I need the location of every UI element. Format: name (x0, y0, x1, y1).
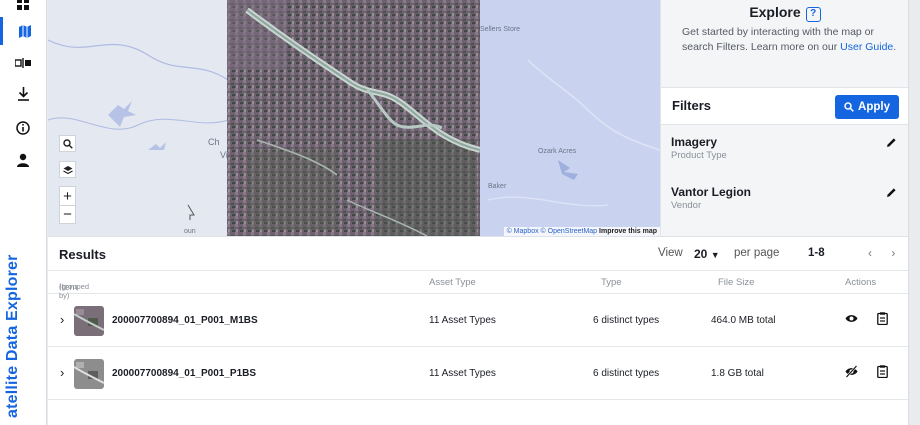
column-asset-type[interactable]: Asset Type (429, 277, 476, 288)
right-scrollbar-track[interactable] (908, 0, 920, 425)
layers-icon (62, 165, 73, 174)
explore-section: Explore? Get started by interacting with… (661, 0, 909, 88)
search-icon (844, 102, 854, 112)
table-row[interactable]: › 200007700894_01_P001_M1BS 11 Asset Typ… (48, 295, 908, 347)
clipboard-icon[interactable] (877, 312, 888, 325)
item-name: 200007700894_01_P001_M1BS (112, 315, 258, 326)
user-icon[interactable] (0, 146, 46, 174)
info-icon[interactable] (0, 114, 46, 142)
map-label: Ch (208, 137, 220, 147)
map-icon[interactable] (0, 17, 46, 45)
column-type[interactable]: Type (601, 277, 622, 288)
filter-item-vendor[interactable]: Vantor Legion Vendor (671, 185, 899, 211)
left-rail: atellite Data Explorer (0, 0, 47, 425)
explore-title: Explore (749, 4, 801, 20)
filter-name: Vantor Legion (671, 185, 752, 199)
user-guide-link[interactable]: User Guide (840, 41, 893, 53)
caret-down-icon: ▼ (710, 250, 720, 260)
pencil-icon[interactable] (886, 187, 897, 198)
map-search-button[interactable] (59, 135, 76, 152)
results-column-headers: Item (grouped by) Asset Type Type File S… (48, 272, 908, 300)
map-layers-button[interactable] (59, 161, 76, 178)
pencil-icon[interactable] (886, 137, 897, 148)
mapbox-link[interactable]: © Mapbox (507, 228, 539, 235)
filters-heading: Filters (672, 98, 712, 113)
map-attribution: © Mapbox © OpenStreetMap Improve this ma… (503, 227, 660, 236)
asset-type-count: 11 Asset Types (429, 368, 496, 379)
map-canvas[interactable]: Sellers Store Ozark Acres Baker Ch Vi ou… (48, 0, 660, 236)
explore-description: Get started by interacting with the map … (682, 25, 902, 55)
map-label: Baker (488, 183, 507, 190)
file-size: 464.0 MB total (711, 315, 776, 326)
question-circle-icon[interactable]: ? (805, 7, 821, 22)
item-name: 200007700894_01_P001_P1BS (112, 368, 257, 379)
filter-name: Imagery (671, 135, 718, 149)
per-page-label: per page (734, 247, 780, 259)
file-size: 1.8 GB total (711, 368, 764, 379)
column-actions: Actions (845, 277, 877, 288)
filter-list: Imagery Product Type Vantor Legion Vendo… (661, 124, 909, 236)
filter-panel: Explore? Get started by interacting with… (660, 0, 909, 236)
explore-heading: Explore? (661, 4, 909, 22)
explore-period: . (893, 41, 897, 53)
chevron-right-icon[interactable]: › (60, 312, 64, 327)
results-header: Results View 20 ▼ per page 1-8 ‹ › (48, 237, 908, 271)
pager: ‹ › (868, 246, 895, 260)
per-page-value: 20 (694, 247, 708, 261)
thumbnail-image (74, 359, 104, 389)
filter-item-imagery[interactable]: Imagery Product Type (671, 135, 899, 161)
chevron-right-icon[interactable]: › (891, 246, 895, 260)
clipboard-icon[interactable] (877, 365, 888, 378)
results-panel: Results View 20 ▼ per page 1-8 ‹ › Item … (48, 236, 908, 425)
compare-icon[interactable] (0, 49, 46, 77)
thumbnail-image (74, 306, 104, 336)
app-title: atellite Data Explorer (4, 254, 21, 418)
asset-type-count: 11 Asset Types (429, 315, 496, 326)
zoom-controls: + − (59, 186, 76, 224)
eye-icon[interactable] (845, 312, 858, 325)
map-label: Sellers Store (480, 26, 521, 33)
search-icon (62, 138, 73, 149)
osm-link[interactable]: © OpenStreetMap (541, 228, 598, 235)
zoom-out-button[interactable]: − (60, 205, 75, 223)
table-row[interactable]: › 200007700894_01_P001_P1BS 11 Asset Typ… (48, 348, 908, 400)
chevron-left-icon[interactable]: ‹ (868, 246, 872, 260)
grid-icon[interactable] (0, 0, 46, 18)
zoom-in-button[interactable]: + (60, 187, 75, 205)
map-label: Ozark Acres (538, 148, 577, 155)
page-range: 1-8 (808, 247, 825, 259)
improve-map-link[interactable]: Improve this map (599, 228, 657, 235)
eye-slash-icon[interactable] (845, 365, 858, 378)
results-title: Results (59, 247, 106, 262)
map-label: Vi (220, 150, 228, 160)
view-label: View (658, 247, 683, 259)
chevron-right-icon[interactable]: › (60, 365, 64, 380)
satellite-imagery-overlay (227, 0, 480, 236)
type-count: 6 distinct types (593, 315, 660, 326)
apply-label: Apply (858, 101, 890, 113)
type-count: 6 distinct types (593, 368, 660, 379)
per-page-select[interactable]: 20 ▼ (694, 247, 720, 261)
apply-button[interactable]: Apply (835, 95, 899, 119)
column-file-size[interactable]: File Size (718, 277, 754, 288)
filter-sub: Vendor (671, 200, 702, 211)
map-label: oun (184, 228, 196, 235)
download-icon[interactable] (0, 80, 46, 108)
filter-sub: Product Type (671, 150, 727, 161)
